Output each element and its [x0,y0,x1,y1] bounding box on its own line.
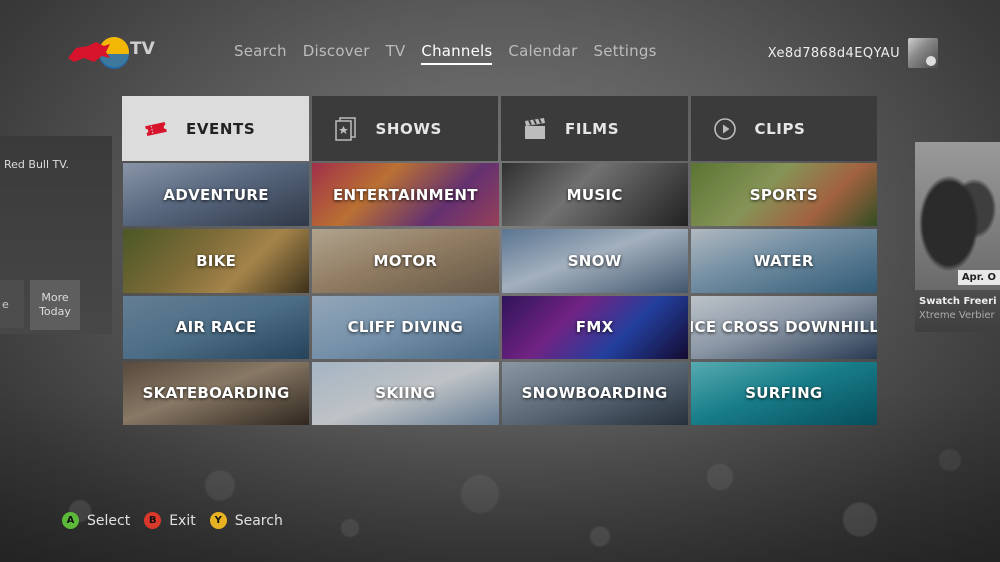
channel-tile-cliff-diving[interactable]: CLIFF DIVING [312,295,499,359]
user-profile[interactable]: Xe8d7868d4EQYAU [768,38,938,68]
tab-shows-label: SHOWS [375,119,442,138]
channel-tile-fmx[interactable]: FMX [501,295,688,359]
channel-label: FMX [575,318,614,337]
tab-clips-label: CLIPS [754,119,806,138]
channel-tile-snowboarding[interactable]: SNOWBOARDING [501,361,688,425]
avatar-icon [908,38,938,68]
ticket-icon [144,117,168,141]
peek-title: Swatch Freeri [919,296,997,307]
channel-label: SKIING [375,384,436,403]
channel-tile-surfing[interactable]: SURFING [690,361,877,425]
a-button-icon: A [62,512,79,529]
nav-item-discover[interactable]: Discover [303,42,370,65]
channel-label: SKATEBOARDING [142,384,290,403]
channel-tile-music[interactable]: MUSIC [501,163,688,227]
channel-label: AIR RACE [175,318,257,337]
hint-select-label: Select [87,512,131,529]
top-navigation: Search Discover TV Channels Calendar Set… [234,42,657,65]
channel-tile-ice-cross-downhill[interactable]: ICE CROSS DOWNHILL [690,295,877,359]
channel-label: ICE CROSS DOWNHILL [690,318,877,337]
content-type-tabs: EVENTS SHOWS FILMS CLIPS [122,96,877,161]
channel-tile-skiing[interactable]: SKIING [312,361,499,425]
channel-tile-bike[interactable]: BIKE [123,229,310,293]
channel-tile-air-race[interactable]: AIR RACE [123,295,310,359]
nav-item-calendar[interactable]: Calendar [508,42,577,65]
tab-events[interactable]: EVENTS [122,96,309,161]
peek-thumbnail [915,142,1000,290]
channel-grid: ADVENTURE ENTERTAINMENT MUSIC SPORTS BIK… [123,163,877,425]
hint-select: A Select [62,512,130,529]
channel-label: SNOWBOARDING [521,384,668,403]
channel-label: MOTOR [373,251,438,270]
hint-exit: B Exit [144,512,196,529]
hint-exit-label: Exit [169,512,196,529]
more-today-line2: Today [39,305,71,318]
peek-caption: Red Bull TV. [4,158,69,171]
more-today-tile[interactable]: More Today [30,280,80,330]
tab-films-label: FILMS [565,119,620,138]
hint-search: Y Search [209,512,283,529]
y-button-icon: Y [209,512,227,529]
channel-tile-entertainment[interactable]: ENTERTAINMENT [312,163,499,227]
channel-label: WATER [753,251,814,270]
peek-subtitle: Xtreme Verbier [919,310,995,321]
nav-item-channels[interactable]: Channels [421,42,493,65]
channel-tile-snow[interactable]: SNOW [501,229,688,293]
channel-tile-sports[interactable]: SPORTS [690,163,877,227]
channel-label: SURFING [745,384,823,403]
hint-search-label: Search [234,512,283,529]
gamertag: Xe8d7868d4EQYAU [767,45,900,61]
channel-label: SNOW [567,251,622,270]
svg-text:TV: TV [130,39,156,59]
nav-item-settings[interactable]: Settings [593,42,656,65]
clapperboard-icon [523,117,547,141]
channel-label: ADVENTURE [163,185,269,204]
tab-films[interactable]: FILMS [501,96,688,161]
tab-clips[interactable]: CLIPS [690,96,877,161]
nav-item-tv[interactable]: TV [386,42,406,65]
channel-tile-adventure[interactable]: ADVENTURE [123,163,310,227]
red-bull-tv-logo: TV [66,32,158,72]
channel-label: ENTERTAINMENT [332,185,478,204]
channel-label: MUSIC [566,185,623,204]
more-today-line1: More [41,291,69,304]
peek-date-badge: Apr. O [957,270,1000,285]
controller-hints: A Select B Exit Y Search [62,512,283,529]
channel-label: BIKE [196,251,237,270]
shows-icon [334,116,358,141]
next-page-peek[interactable]: Apr. O Swatch Freeri Xtreme Verbier [915,142,1000,332]
channel-label: CLIFF DIVING [347,318,464,337]
tab-shows[interactable]: SHOWS [311,96,498,161]
peek-partial-tile[interactable]: e [0,280,24,328]
tab-events-label: EVENTS [186,119,256,138]
nav-item-search[interactable]: Search [234,42,287,65]
channel-label: SPORTS [749,185,818,204]
channel-tile-water[interactable]: WATER [690,229,877,293]
b-button-icon: B [144,512,162,529]
channel-tile-skateboarding[interactable]: SKATEBOARDING [123,361,310,425]
channel-tile-motor[interactable]: MOTOR [312,229,499,293]
play-circle-icon [713,117,737,141]
